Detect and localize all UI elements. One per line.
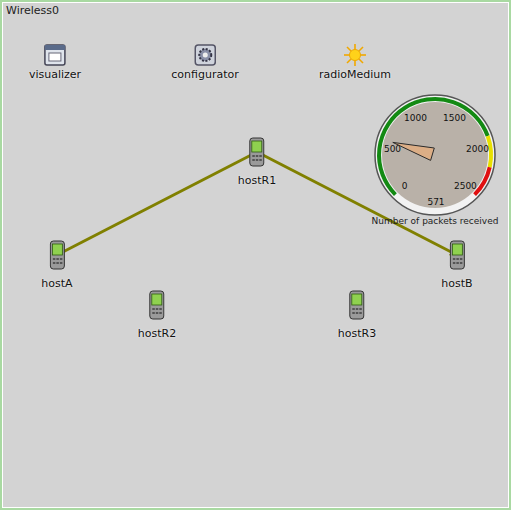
module-node[interactable]: visualizer [29,43,81,81]
gauge-tick: 2000 [466,144,489,154]
phone-icon [49,240,65,270]
window-icon [43,43,67,67]
gauge-tick: 1500 [443,113,466,123]
gauge-tick: 1000 [404,113,427,123]
gauge-tick: 0 [402,181,408,191]
gauge-title: Number of packets received [372,216,499,226]
host-node[interactable]: hostR2 [138,290,176,340]
phone-icon [249,137,265,167]
phone-icon [349,290,365,320]
host-node[interactable]: hostR1 [238,137,276,187]
host-label: hostR1 [238,174,276,187]
gauge-needle [393,142,435,160]
gear-icon [193,43,217,67]
phone-icon [449,240,465,270]
host-node[interactable]: hostB [441,240,472,290]
gauge-value: 571 [427,197,444,207]
sun-icon [343,43,367,67]
host-node[interactable]: hostR3 [338,290,376,340]
module-label: visualizer [29,68,81,81]
module-label: configurator [171,68,238,81]
module-node[interactable]: configurator [171,43,238,81]
host-label: hostR3 [338,327,376,340]
host-label: hostR2 [138,327,176,340]
host-node[interactable]: hostA [41,240,72,290]
link-line [57,152,257,255]
module-node[interactable]: radioMedium [319,43,391,81]
host-label: hostB [441,277,472,290]
host-label: hostA [41,277,72,290]
network-canvas: Wireless005001000150020002500571Number o… [0,0,511,510]
module-label: radioMedium [319,68,391,81]
packet-gauge: 05001000150020002500571Number of packets… [372,95,499,226]
canvas-title: Wireless0 [6,4,59,17]
phone-icon [149,290,165,320]
gauge-tick: 2500 [454,181,477,191]
